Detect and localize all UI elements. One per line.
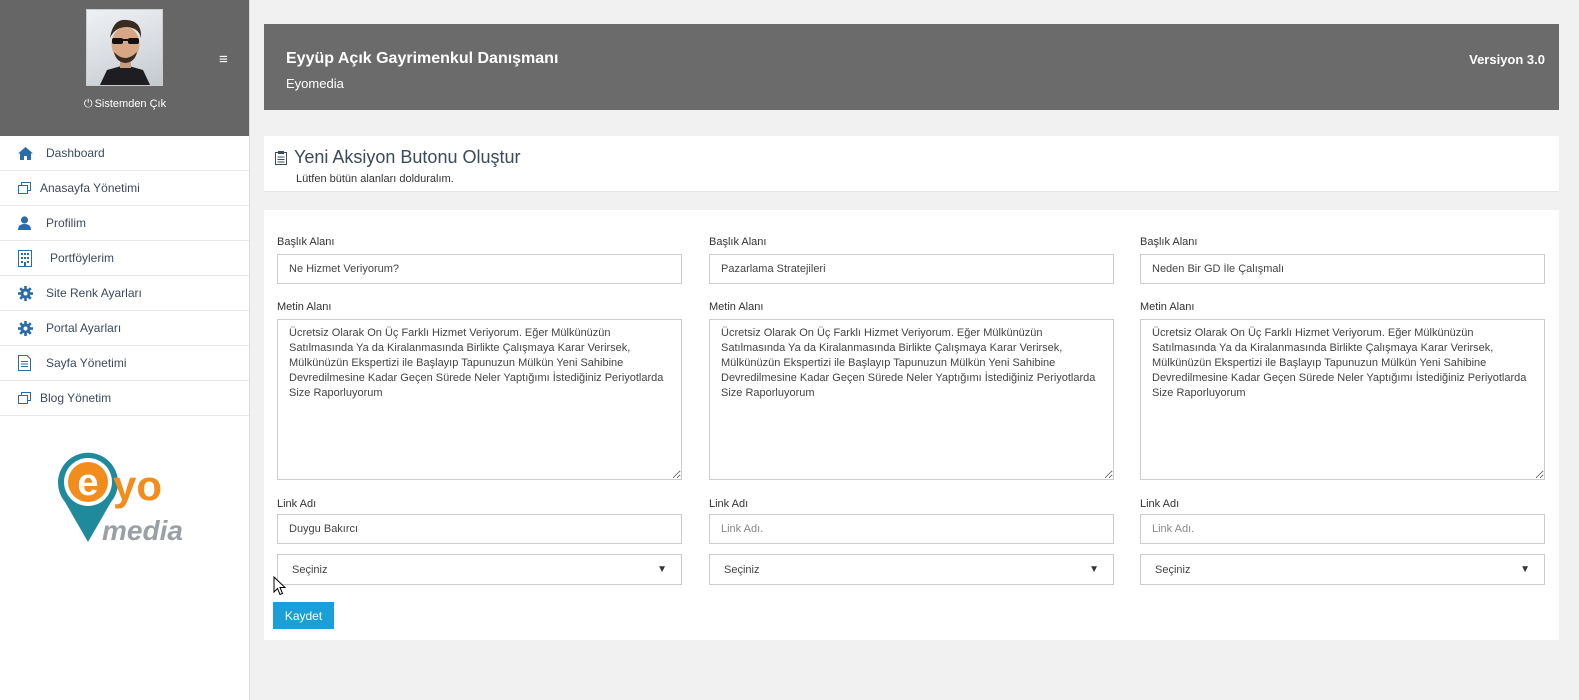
copy-icon: [18, 182, 38, 194]
version-label: Versiyon 3.0: [1469, 52, 1545, 67]
save-button[interactable]: Kaydet: [273, 602, 334, 629]
logo-text-media: media: [102, 515, 183, 546]
file-icon: [18, 355, 38, 371]
sidebar-item-label: Sayfa Yönetimi: [46, 356, 127, 370]
sidebar: ≡ ⏻ Sistemden Çık Dashboard Anasayfa Yöne…: [0, 0, 250, 700]
sidebar-item-dashboard[interactable]: Dashboard: [0, 136, 249, 171]
sidebar-profile-panel: ≡ ⏻ Sistemden Çık: [0, 0, 249, 136]
caret-down-icon: ▼: [1089, 564, 1099, 575]
sidebar-item-sayfa[interactable]: Sayfa Yönetimi: [0, 346, 249, 381]
page-header: Yeni Aksiyon Butonu Oluştur Lütfen bütün…: [264, 136, 1559, 192]
caret-down-icon: ▼: [1520, 564, 1530, 575]
title-field[interactable]: [709, 254, 1114, 284]
title-field-label: Başlık Alanı: [277, 236, 335, 248]
link-target-select[interactable]: Seçiniz ▼: [709, 554, 1114, 585]
link-field-label: Link Adı: [709, 498, 749, 510]
copy-icon: [18, 392, 38, 404]
page-title: Yeni Aksiyon Butonu Oluştur: [294, 147, 521, 167]
select-value: Seçiniz: [1155, 563, 1191, 576]
page-subtitle: Lütfen bütün alanları dolduralım.: [296, 173, 454, 185]
mouse-cursor-icon: [273, 575, 287, 596]
sidebar-item-label: Portföylerim: [50, 251, 115, 265]
link-field-label: Link Adı: [277, 498, 317, 510]
title-field-label: Başlık Alanı: [709, 236, 767, 248]
title-field-label: Başlık Alanı: [1140, 236, 1198, 248]
link-target-select[interactable]: Seçiniz ▼: [277, 554, 682, 585]
link-name-field[interactable]: [277, 514, 682, 544]
sidebar-nav: Dashboard Anasayfa Yönetimi Profilim Por…: [0, 136, 249, 416]
text-area[interactable]: Ücretsiz Olarak On Üç Farklı Hizmet Veri…: [709, 319, 1114, 480]
link-name-field[interactable]: [1140, 514, 1545, 544]
menu-toggle-icon[interactable]: ≡: [219, 52, 228, 67]
sidebar-item-profil[interactable]: Profilim: [0, 206, 249, 241]
home-icon: [18, 146, 38, 160]
site-subtitle: Eyomedia: [286, 76, 344, 91]
sidebar-item-blog[interactable]: Blog Yönetim: [0, 381, 249, 416]
link-target-select[interactable]: Seçiniz ▼: [1140, 554, 1545, 585]
sidebar-item-portfoy[interactable]: Portföylerim: [0, 241, 249, 276]
avatar[interactable]: [86, 9, 163, 86]
header-bar: Eyyüp Açık Gayrimenkul Danışmanı Eyomedi…: [264, 24, 1559, 110]
building-icon: [18, 249, 38, 267]
title-field[interactable]: [1140, 254, 1545, 284]
user-icon: [18, 216, 38, 230]
text-area[interactable]: Ücretsiz Olarak On Üç Farklı Hizmet Veri…: [277, 319, 682, 480]
sidebar-item-site-renk[interactable]: Site Renk Ayarları: [0, 276, 249, 311]
clipboard-icon: [275, 151, 287, 170]
sidebar-item-label: Dashboard: [46, 146, 105, 160]
sidebar-item-label: Portal Ayarları: [46, 321, 122, 335]
power-icon: ⏻: [83, 98, 93, 110]
eyomedia-logo: e yo media: [55, 450, 195, 550]
sidebar-item-label: Anasayfa Yönetimi: [40, 181, 140, 195]
logout-link[interactable]: ⏻ Sistemden Çık: [0, 98, 250, 111]
sidebar-item-label: Site Renk Ayarları: [46, 286, 142, 300]
sidebar-item-label: Profilim: [46, 216, 87, 230]
select-value: Seçiniz: [292, 563, 328, 576]
logout-label: Sistemden Çık: [94, 98, 167, 110]
caret-down-icon: ▼: [657, 564, 667, 575]
text-area[interactable]: Ücretsiz Olarak On Üç Farklı Hizmet Veri…: [1140, 319, 1545, 480]
logo-text-yo: yo: [113, 462, 162, 509]
text-field-label: Metin Alanı: [1140, 301, 1195, 313]
title-field[interactable]: [277, 254, 682, 284]
text-field-label: Metin Alanı: [709, 301, 764, 313]
select-value: Seçiniz: [724, 563, 760, 576]
sidebar-item-label: Blog Yönetim: [40, 391, 112, 405]
svg-text:e: e: [77, 462, 98, 504]
text-field-label: Metin Alanı: [277, 301, 332, 313]
link-field-label: Link Adı: [1140, 498, 1180, 510]
site-title: Eyyüp Açık Gayrimenkul Danışmanı: [286, 50, 559, 67]
sidebar-item-portal[interactable]: Portal Ayarları: [0, 311, 249, 346]
action-button-form: Başlık Alanı Metin Alanı Ücretsiz Olarak…: [264, 210, 1559, 640]
sidebar-item-anasayfa[interactable]: Anasayfa Yönetimi: [0, 171, 249, 206]
link-name-field[interactable]: [709, 514, 1114, 544]
gear-icon: [18, 285, 38, 301]
gear-icon: [18, 320, 38, 336]
